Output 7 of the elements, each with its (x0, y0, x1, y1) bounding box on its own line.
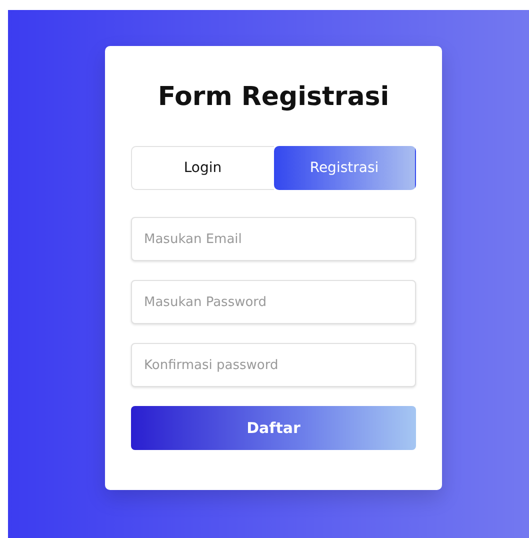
input-field[interactable]: Masukan Email (131, 217, 416, 261)
tab[interactable]: Login (131, 146, 274, 190)
submit-button[interactable]: Daftar (131, 406, 416, 450)
input-field[interactable]: Konfirmasi password (131, 343, 416, 387)
tab[interactable]: Registrasi (274, 146, 416, 190)
input-field[interactable]: Masukan Password (131, 280, 416, 324)
form-title: Form Registrasi (156, 81, 390, 114)
